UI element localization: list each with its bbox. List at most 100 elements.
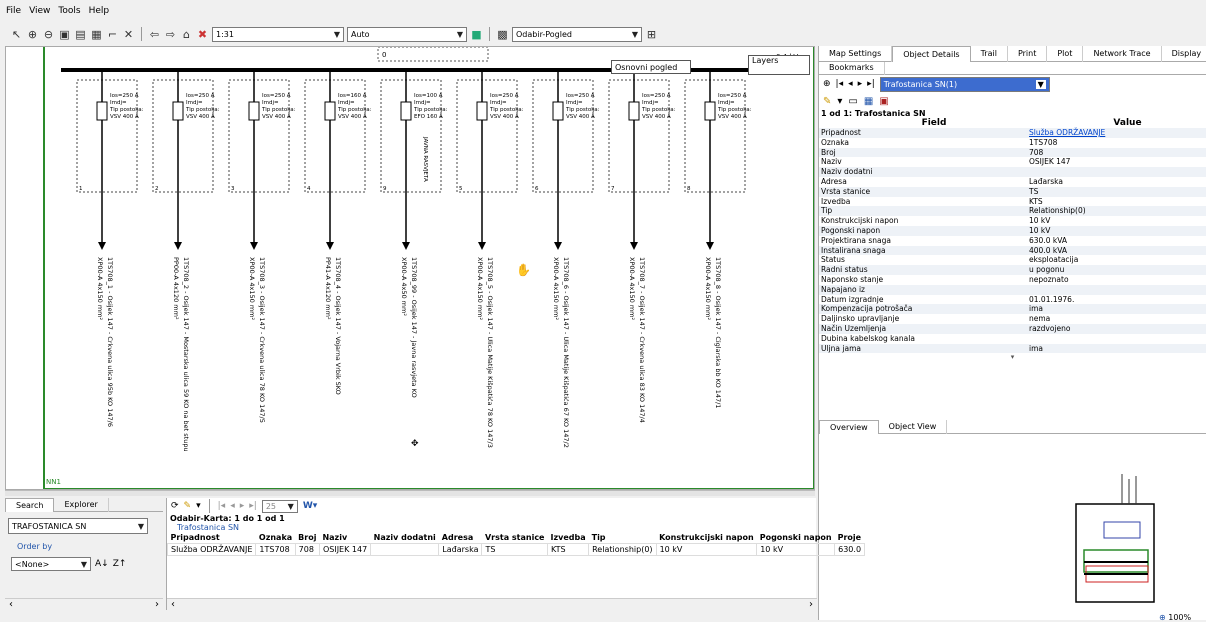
sort-asc-icon[interactable]: A↓ xyxy=(95,559,109,569)
horizontal-splitter[interactable] xyxy=(5,490,815,496)
scroll-right-icon[interactable]: › xyxy=(155,599,159,610)
scale-select[interactable]: 1:31 ▼ xyxy=(212,26,344,42)
view-select[interactable]: Odabir-Pogled ▼ xyxy=(512,26,642,42)
detail-row[interactable]: Broj 708 xyxy=(819,147,1206,158)
tab-search[interactable]: Search xyxy=(5,498,55,512)
menu-file[interactable]: File xyxy=(6,6,21,16)
object-select[interactable]: Trafostanica SN(1) ▼ xyxy=(879,76,1050,92)
layers-box[interactable]: Layers xyxy=(748,55,810,75)
sort-desc-icon[interactable]: Z↑ xyxy=(113,559,127,569)
column-header[interactable]: Konstrukcijski napon xyxy=(656,532,757,544)
scroll-left-icon[interactable]: ‹ xyxy=(9,599,13,610)
detail-row[interactable]: Konstrukcijski napon 10 kV xyxy=(819,216,1206,226)
detail-row[interactable]: Oznaka 1TS708 xyxy=(819,138,1206,148)
tab-print[interactable]: Print xyxy=(1008,46,1048,62)
tab-display[interactable]: Display xyxy=(1162,46,1206,62)
prev-icon[interactable]: ◂ xyxy=(230,501,235,511)
detail-row[interactable]: Dubina kabelskog kanala xyxy=(819,334,1206,344)
order-select[interactable]: <None> ▼ xyxy=(11,557,91,571)
detail-row[interactable]: Pogonski napon 10 kV xyxy=(819,225,1206,236)
next-icon[interactable]: ▸ xyxy=(240,501,245,511)
column-header[interactable]: Tip xyxy=(589,532,656,544)
edit-attributes-icon[interactable]: ▾ xyxy=(837,96,842,107)
column-header[interactable]: Naziv xyxy=(319,532,370,544)
home-icon[interactable]: ⌂ xyxy=(180,28,193,41)
detail-row[interactable]: Datum izgradnje 01.01.1976. xyxy=(819,295,1206,305)
first-icon[interactable]: |◂ xyxy=(218,501,226,511)
menu-view[interactable]: View xyxy=(29,6,50,16)
search-hscrollbar[interactable]: ‹ › xyxy=(5,598,163,610)
tab-plot[interactable]: Plot xyxy=(1047,46,1084,62)
column-header[interactable]: Izvedba xyxy=(547,532,588,544)
grid-icon[interactable]: ⊞ xyxy=(645,28,658,41)
last-icon[interactable]: ▸| xyxy=(249,501,257,511)
detail-row[interactable]: Instalirana snaga 400.0 kVA xyxy=(819,245,1206,256)
detail-row[interactable]: Naziv dodatni xyxy=(819,167,1206,177)
tab-object-view[interactable]: Object View xyxy=(879,420,948,434)
detail-row[interactable]: Daljinsko upravljanje nema xyxy=(819,314,1206,324)
edit-pencil-icon[interactable]: ✎ xyxy=(823,96,831,107)
clear-selection-icon[interactable]: ✕ xyxy=(122,28,135,41)
tab-bookmarks[interactable]: Bookmarks xyxy=(819,62,885,75)
detail-row[interactable]: Naziv OSIJEK 147 xyxy=(819,157,1206,167)
table-row[interactable]: Služba ODRŽAVANJE 1TS708 708 OSIJEK 147 Lađa… xyxy=(166,543,866,556)
results-hscrollbar[interactable]: ‹ › xyxy=(167,598,817,610)
tab-trail[interactable]: Trail xyxy=(971,46,1008,62)
page-size-select[interactable]: 25 ▼ xyxy=(261,499,298,513)
prev-icon[interactable]: ◂ xyxy=(848,79,853,89)
detail-row[interactable]: Status eksploatacija xyxy=(819,255,1206,265)
detail-row[interactable]: Naponsko stanje nepoznato xyxy=(819,275,1206,285)
column-header[interactable]: Vrsta stanice xyxy=(482,532,548,544)
select-area-icon[interactable]: ⌐ xyxy=(106,28,119,41)
tab-explorer[interactable]: Explorer xyxy=(54,498,109,512)
last-icon[interactable]: ▸| xyxy=(867,79,875,89)
view-icon[interactable]: ▩ xyxy=(496,28,509,41)
detail-row[interactable]: Kompenzacija potrošača ima xyxy=(819,304,1206,315)
detail-row[interactable]: Radni status u pogonu xyxy=(819,265,1206,275)
detail-row[interactable]: Uljna jama ima xyxy=(819,343,1206,354)
report-icon[interactable]: ▣ xyxy=(879,96,888,107)
detail-row[interactable]: Adresa Lađarska xyxy=(819,177,1206,187)
print-icon[interactable]: ▤ xyxy=(74,28,87,41)
pointer-icon[interactable]: ↖ xyxy=(10,28,23,41)
layer-tree-icon[interactable]: ⊕ xyxy=(823,79,831,89)
column-header[interactable]: Broj xyxy=(295,532,319,544)
mode-select[interactable]: Auto ▼ xyxy=(347,26,467,42)
layer-icon[interactable]: ■ xyxy=(470,28,483,41)
forward-icon[interactable]: ⇨ xyxy=(164,28,177,41)
detail-row[interactable]: Projektirana snaga 630.0 kVA xyxy=(819,236,1206,246)
word-export-icon[interactable]: W▾ xyxy=(303,501,317,511)
overview-minimap[interactable] xyxy=(1074,474,1158,604)
column-header[interactable]: Proje xyxy=(835,532,865,544)
column-header[interactable]: Naziv dodatni xyxy=(371,532,439,544)
detail-row[interactable]: Način Uzemljenja razdvojeno xyxy=(819,323,1206,334)
detail-row[interactable]: Napajano iz xyxy=(819,284,1206,295)
tab-object-details[interactable]: Object Details xyxy=(892,46,971,62)
tab-overview[interactable]: Overview xyxy=(819,420,879,434)
copy-icon[interactable]: ▭ xyxy=(848,96,857,107)
delete-icon[interactable]: ✖ xyxy=(196,28,209,41)
menu-help[interactable]: Help xyxy=(89,6,110,16)
scroll-right-icon[interactable]: › xyxy=(809,599,813,610)
column-header[interactable]: Pripadnost xyxy=(168,532,256,544)
tab-map-settings[interactable]: Map Settings xyxy=(819,46,893,62)
detail-row[interactable]: Vrsta stanice TS xyxy=(819,186,1206,197)
scroll-left-icon[interactable]: ‹ xyxy=(171,599,175,610)
layer-select[interactable]: TRAFOSTANICA SN ▼ xyxy=(8,518,148,534)
refresh-icon[interactable]: ⟳ xyxy=(171,501,179,511)
map-canvas[interactable]: 0 Ios=250 A Imdj= Tip postolja: VSV 400 A11… xyxy=(5,46,815,490)
detail-row[interactable]: Tip Relationship(0) xyxy=(819,206,1206,217)
first-icon[interactable]: |◂ xyxy=(836,79,844,89)
detail-row[interactable]: Pripadnost Služba ODRŽAVANJE xyxy=(819,128,1206,138)
edit-attributes-icon[interactable]: ▾ xyxy=(196,501,201,511)
tab-network-trace[interactable]: Network Trace xyxy=(1083,46,1162,62)
grid-resize[interactable]: ▾ xyxy=(819,353,1206,363)
zoom-in-icon[interactable]: ⊕ xyxy=(26,28,39,41)
next-icon[interactable]: ▸ xyxy=(858,79,863,89)
detail-row[interactable]: Izvedba KTS xyxy=(819,197,1206,207)
zoom-window-icon[interactable]: ▣ xyxy=(58,28,71,41)
edit-pencil-icon[interactable]: ✎ xyxy=(184,501,192,511)
column-header[interactable]: Pogonski napon xyxy=(757,532,835,544)
zoom-out-icon[interactable]: ⊖ xyxy=(42,28,55,41)
column-header[interactable]: Oznaka xyxy=(256,532,295,544)
